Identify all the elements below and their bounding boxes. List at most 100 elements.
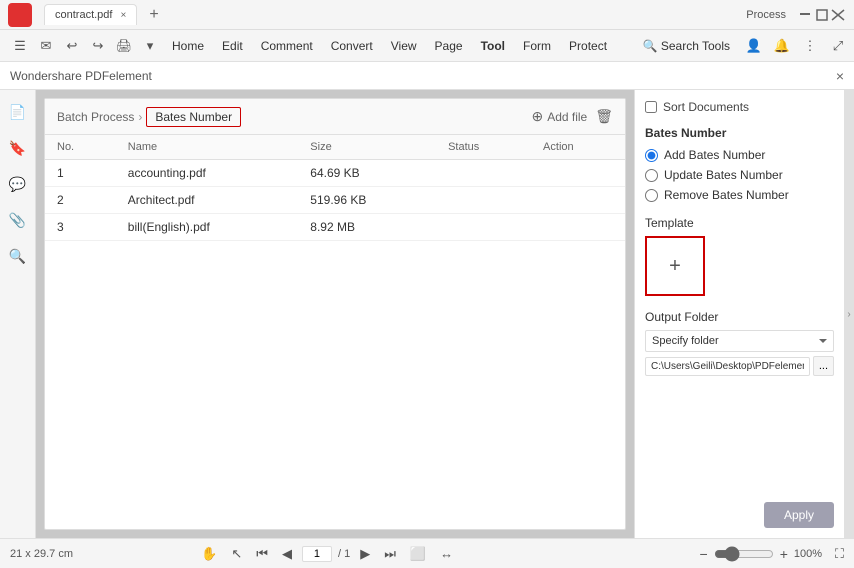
cell-size: 64.69 KB	[298, 160, 436, 187]
comment-icon: 💬	[9, 176, 26, 193]
zoom-slider[interactable]	[714, 546, 774, 562]
menu-home[interactable]: Home	[164, 36, 212, 56]
menu-form[interactable]: Form	[515, 36, 559, 56]
table-row: 3 bill(English).pdf 8.92 MB	[45, 214, 625, 241]
user-icon-button[interactable]: 👤	[742, 34, 766, 58]
radio-remove-label: Remove Bates Number	[664, 188, 789, 202]
app-icon	[8, 3, 32, 27]
document-dimensions: 21 x 29.7 cm	[10, 548, 73, 560]
main-layout: 📄 🔖 💬 📎 🔍 Entire Agreement Batch Process…	[0, 90, 854, 538]
batch-panel-header: Batch Process › Bates Number ⊕ Add file …	[45, 99, 625, 135]
menu-protect[interactable]: Protect	[561, 36, 615, 56]
title-bar-close: ×	[836, 68, 844, 84]
folder-type-select[interactable]: Specify folder	[645, 330, 834, 352]
page-navigation: ✋ ↖ ⏮ ◀ / 1 ▶ ⏭ ⬜ ↔	[197, 544, 457, 564]
cell-no: 3	[45, 214, 116, 241]
bookmark-icon: 🔖	[9, 140, 26, 157]
tab-close-icon[interactable]: ×	[120, 10, 126, 21]
menu-edit[interactable]: Edit	[214, 36, 251, 56]
search-tools-label: Search Tools	[661, 39, 730, 53]
current-page-input[interactable]	[302, 546, 332, 562]
sidebar-item-search[interactable]: 🔍	[4, 242, 32, 270]
overflow-button[interactable]: ⋮	[798, 34, 822, 58]
template-label: Template	[645, 216, 834, 230]
cell-name: accounting.pdf	[116, 160, 299, 187]
more-button[interactable]: ▾	[138, 34, 162, 58]
minimize-icon	[800, 13, 810, 15]
zoom-out-button[interactable]: −	[700, 546, 708, 562]
panel-close-button[interactable]: ×	[836, 68, 844, 84]
breadcrumb-current[interactable]: Bates Number	[146, 107, 241, 127]
expand-button[interactable]: ⤢	[826, 34, 850, 58]
app-title-bar: Wondershare PDFelement ×	[0, 62, 854, 90]
table-row: 1 accounting.pdf 64.69 KB	[45, 160, 625, 187]
col-action: Action	[531, 135, 625, 160]
delete-button[interactable]: 🗑	[595, 108, 613, 125]
folder-path-row: ...	[645, 356, 834, 376]
fit-width-button[interactable]: ↔	[436, 544, 457, 563]
folder-path-input[interactable]	[645, 357, 810, 376]
select-tool-button[interactable]: ↖	[227, 544, 246, 564]
batch-process-panel: Batch Process › Bates Number ⊕ Add file …	[44, 98, 626, 530]
cell-status	[436, 160, 531, 187]
tab-label: contract.pdf	[55, 9, 112, 21]
menu-tool[interactable]: Tool	[473, 36, 513, 56]
file-menu-button[interactable]: ☰	[8, 34, 32, 58]
hand-tool-button[interactable]: ✋	[197, 544, 221, 564]
sort-documents-checkbox[interactable]	[645, 101, 657, 113]
next-page-button[interactable]: ▶	[356, 544, 374, 564]
cell-no: 1	[45, 160, 116, 187]
full-screen-button[interactable]: ⛶	[835, 546, 844, 562]
file-table: No. Name Size Status Action 1 accounting…	[45, 135, 625, 241]
first-page-button[interactable]: ⏮	[252, 544, 272, 564]
menu-page[interactable]: Page	[427, 36, 471, 56]
right-expand-handle[interactable]: ›	[844, 90, 854, 538]
zoom-controls: − + 100% ⛶	[700, 546, 844, 562]
add-file-button[interactable]: ⊕ Add file	[531, 108, 587, 125]
menu-convert[interactable]: Convert	[323, 36, 381, 56]
undo-button[interactable]: ↩	[60, 34, 84, 58]
redo-button[interactable]: ↪	[86, 34, 110, 58]
cell-action	[531, 160, 625, 187]
sidebar-item-attachments[interactable]: 📎	[4, 206, 32, 234]
search-tools-button[interactable]: 🔍 Search Tools	[635, 36, 738, 56]
apply-button[interactable]: Apply	[764, 502, 834, 528]
menu-comment[interactable]: Comment	[253, 36, 321, 56]
template-add-button[interactable]: +	[645, 236, 705, 296]
radio-add-input[interactable]	[645, 149, 658, 162]
cell-name: Architect.pdf	[116, 187, 299, 214]
cell-size: 8.92 MB	[298, 214, 436, 241]
zoom-in-button[interactable]: +	[780, 546, 788, 562]
notification-button[interactable]: 🔔	[770, 34, 794, 58]
sidebar-item-comments[interactable]: 💬	[4, 170, 32, 198]
right-panel: Sort Documents Bates Number Add Bates Nu…	[634, 90, 844, 538]
document-tab[interactable]: contract.pdf ×	[44, 4, 137, 25]
last-page-button[interactable]: ⏭	[380, 544, 400, 564]
print-button[interactable]: 🖨	[112, 34, 136, 58]
attachment-icon: 📎	[9, 212, 26, 229]
page-total-label: / 1	[338, 548, 350, 560]
folder-browse-button[interactable]: ...	[813, 356, 834, 376]
menu-view[interactable]: View	[383, 36, 425, 56]
sidebar-item-bookmarks[interactable]: 🔖	[4, 134, 32, 162]
prev-page-button[interactable]: ◀	[278, 544, 296, 564]
radio-update: Update Bates Number	[645, 168, 834, 182]
left-sidebar: 📄 🔖 💬 📎 🔍	[0, 90, 36, 538]
template-plus-icon: +	[669, 255, 681, 278]
menu-bar: ☰ ✉ ↩ ↪ 🖨 ▾ Home Edit Comment Convert Vi…	[0, 30, 854, 62]
email-button[interactable]: ✉	[34, 34, 58, 58]
radio-update-input[interactable]	[645, 169, 658, 182]
cell-no: 2	[45, 187, 116, 214]
pages-icon: 📄	[9, 104, 26, 121]
radio-add-label: Add Bates Number	[664, 148, 765, 162]
cell-name: bill(English).pdf	[116, 214, 299, 241]
col-status: Status	[436, 135, 531, 160]
file-icon: ☰	[14, 38, 26, 54]
add-tab-button[interactable]: +	[143, 6, 164, 24]
radio-remove-input[interactable]	[645, 189, 658, 202]
add-circle-icon: ⊕	[531, 108, 543, 125]
table-header-row: No. Name Size Status Action	[45, 135, 625, 160]
fit-page-button[interactable]: ⬜	[406, 544, 430, 564]
window-buttons[interactable]	[800, 8, 846, 22]
sidebar-item-pages[interactable]: 📄	[4, 98, 32, 126]
